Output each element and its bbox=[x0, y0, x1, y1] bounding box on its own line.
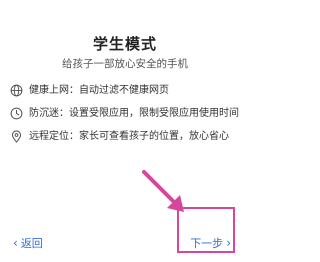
feature-anti-addiction: 防沉迷：设置受限应用，限制受限应用使用时间 bbox=[10, 107, 246, 120]
feature-text: 防沉迷：设置受限应用，限制受限应用使用时间 bbox=[29, 108, 239, 119]
page-subtitle: 给孩子一部放心安全的手机 bbox=[62, 58, 188, 70]
back-button[interactable]: ‹ 返回 bbox=[10, 235, 43, 251]
student-mode-screen: 学生模式 给孩子一部放心安全的手机 健康上网：自动过滤不健康网页 防沉迷：设置受… bbox=[0, 0, 250, 262]
feature-healthy-browsing: 健康上网：自动过滤不健康网页 bbox=[10, 84, 246, 97]
location-pin-icon bbox=[11, 130, 22, 143]
back-button-label: 返回 bbox=[20, 237, 43, 250]
feature-text: 健康上网：自动过滤不健康网页 bbox=[29, 85, 169, 96]
chevron-left-icon: ‹ bbox=[13, 236, 18, 250]
feature-text: 远程定位：家长可查看孩子的位置，放心省心 bbox=[29, 131, 229, 142]
globe-icon bbox=[10, 84, 23, 97]
next-button-highlight bbox=[177, 207, 235, 253]
feature-remote-location: 远程定位：家长可查看孩子的位置，放心省心 bbox=[10, 130, 246, 143]
page-title: 学生模式 bbox=[92, 35, 157, 53]
clock-icon bbox=[10, 107, 23, 120]
